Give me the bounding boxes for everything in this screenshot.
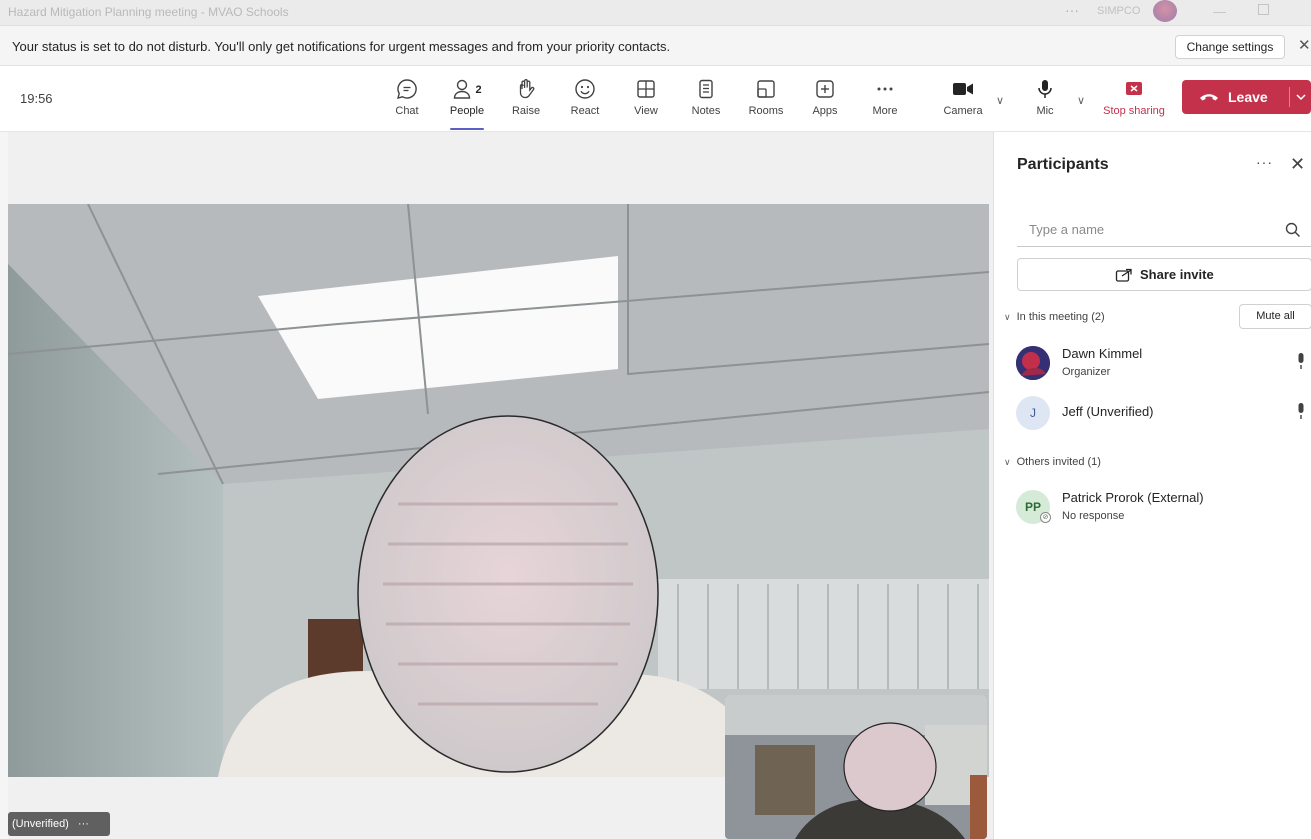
panel-close-icon[interactable]: ✕: [1290, 154, 1305, 175]
notes-icon: [681, 76, 731, 102]
people-label: People: [449, 105, 485, 117]
react-label: React: [570, 105, 600, 117]
raise-hand-button[interactable]: Raise: [501, 76, 551, 126]
others-invited-section-header[interactable]: ∨ Others invited (1): [1004, 456, 1101, 468]
shared-video-feed: [8, 204, 989, 777]
notes-button[interactable]: Notes: [681, 76, 731, 126]
mic-label: Mic: [1036, 105, 1054, 117]
mute-all-button[interactable]: Mute all: [1239, 304, 1311, 329]
in-meeting-label: In this meeting (2): [1016, 311, 1105, 323]
chat-icon: [382, 76, 432, 102]
user-avatar[interactable]: [1153, 0, 1177, 22]
people-icon: 2: [442, 76, 492, 102]
participants-title: Participants: [1017, 156, 1109, 173]
stop-share-icon: [1098, 76, 1170, 102]
meeting-stage: (Unverified) ···: [8, 132, 993, 839]
participant-status: No response: [1062, 510, 1125, 522]
apps-button[interactable]: Apps: [800, 76, 850, 126]
rooms-icon: [741, 76, 791, 102]
participant-search: [1017, 213, 1311, 247]
dnd-message: Your status is set to do not disturb. Yo…: [12, 39, 671, 54]
rooms-label: Rooms: [748, 105, 784, 117]
view-button[interactable]: View: [621, 76, 671, 126]
others-invited-label: Others invited (1): [1016, 456, 1101, 468]
stop-sharing-button[interactable]: Stop sharing: [1098, 76, 1170, 126]
participant-name: Patrick Prorok (External): [1062, 490, 1204, 505]
video-scene-illustration: [8, 204, 989, 777]
leave-label: Leave: [1228, 89, 1268, 105]
participant-name-tag[interactable]: (Unverified) ···: [8, 812, 110, 836]
self-view-pip[interactable]: [725, 695, 987, 839]
stop-sharing-label: Stop sharing: [1103, 105, 1165, 117]
people-count: 2: [475, 84, 482, 96]
participant-row[interactable]: PP ⊘ Patrick Prorok (External) No respon…: [1016, 488, 1311, 530]
notes-label: Notes: [691, 105, 721, 117]
window-more-icon[interactable]: ···: [1065, 2, 1079, 18]
participant-role: Organizer: [1062, 366, 1111, 378]
collapse-chevron-icon: ∨: [1004, 457, 1011, 467]
collapse-chevron-icon: ∨: [1004, 312, 1011, 322]
camera-button[interactable]: Camera: [938, 76, 988, 126]
share-icon: [1115, 267, 1133, 288]
leave-button[interactable]: Leave: [1182, 80, 1311, 114]
share-invite-label: Share invite: [1140, 267, 1214, 282]
participant-name: Dawn Kimmel: [1062, 346, 1143, 361]
search-icon[interactable]: [1285, 222, 1301, 243]
mic-icon: [1020, 76, 1070, 102]
meeting-toolbar: 19:56 Chat 2 People Raise React View Not…: [0, 66, 1311, 132]
participant-name: Jeff (Unverified): [1062, 404, 1154, 419]
raise-label: Raise: [511, 105, 541, 117]
more-button[interactable]: More: [860, 76, 910, 126]
apps-label: Apps: [812, 105, 838, 117]
meeting-timer: 19:56: [20, 91, 53, 106]
in-meeting-section-header[interactable]: ∨ In this meeting (2): [1004, 311, 1105, 323]
minimize-icon[interactable]: —: [1213, 4, 1226, 19]
name-tag-label: (Unverified): [12, 818, 69, 830]
camera-label: Camera: [943, 105, 983, 117]
react-button[interactable]: React: [560, 76, 610, 126]
people-button[interactable]: 2 People: [442, 76, 492, 130]
window-title: Hazard Mitigation Planning meeting - MVA…: [8, 5, 289, 19]
more-icon: [860, 76, 910, 102]
name-tag-more-icon[interactable]: ···: [78, 818, 89, 830]
self-view-illustration: [725, 695, 987, 839]
avatar: [1016, 346, 1050, 380]
participant-row[interactable]: J Jeff (Unverified): [1016, 394, 1311, 436]
phone-hangup-icon: [1199, 90, 1219, 109]
mic-options-chevron-icon[interactable]: ∨: [1077, 94, 1085, 107]
avatar: J: [1016, 396, 1050, 430]
panel-more-icon[interactable]: ···: [1256, 154, 1273, 170]
rooms-button[interactable]: Rooms: [741, 76, 791, 126]
view-label: View: [634, 105, 658, 117]
grid-icon: [621, 76, 671, 102]
dnd-notification-bar: Your status is set to do not disturb. Yo…: [0, 27, 1311, 66]
apps-icon: [800, 76, 850, 102]
search-input[interactable]: [1017, 213, 1277, 245]
mic-icon: [1296, 352, 1306, 375]
more-label: More: [872, 105, 898, 117]
chat-label: Chat: [395, 105, 419, 117]
mic-icon: [1296, 402, 1306, 425]
hand-icon: [501, 76, 551, 102]
mic-button[interactable]: Mic: [1020, 76, 1070, 126]
change-settings-button[interactable]: Change settings: [1175, 35, 1285, 59]
maximize-icon[interactable]: [1258, 4, 1269, 15]
leave-chevron-down-icon[interactable]: [1295, 90, 1307, 108]
close-notification-icon[interactable]: ✕: [1298, 36, 1311, 54]
status-icon: ⊘: [1040, 512, 1051, 523]
org-name: SIMPCO: [1097, 5, 1141, 17]
smiley-icon: [560, 76, 610, 102]
leave-divider: [1289, 87, 1290, 107]
chat-button[interactable]: Chat: [382, 76, 432, 126]
title-bar: Hazard Mitigation Planning meeting - MVA…: [0, 0, 1311, 26]
camera-options-chevron-icon[interactable]: ∨: [996, 94, 1004, 107]
share-invite-button[interactable]: Share invite: [1017, 258, 1311, 291]
participant-row[interactable]: Dawn Kimmel Organizer: [1016, 344, 1311, 386]
participants-panel: Participants ··· ✕ Share invite ∨ In this…: [993, 132, 1311, 839]
camera-icon: [938, 76, 988, 102]
